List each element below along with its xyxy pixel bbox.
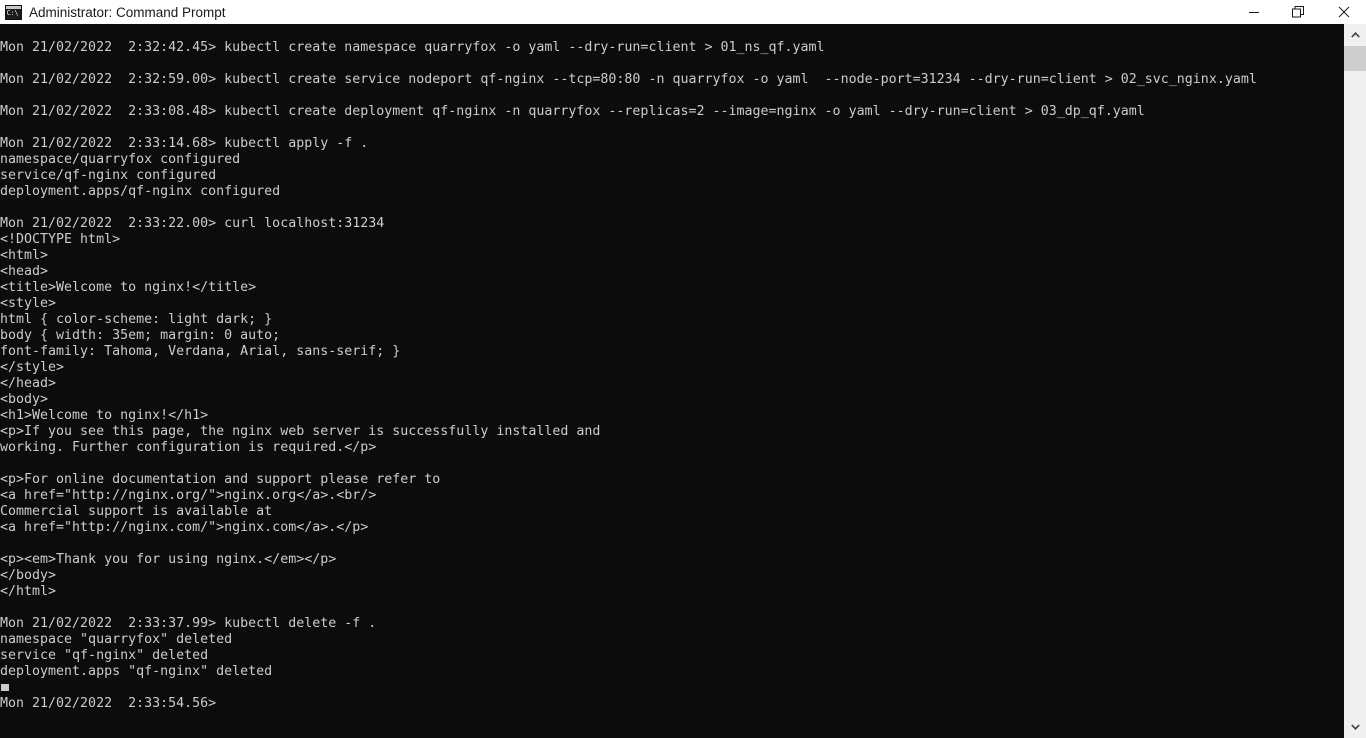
scrollbar-thumb[interactable] — [1344, 46, 1366, 71]
terminal-line: Mon 21/02/2022 2:33:08.48> kubectl creat… — [0, 104, 1145, 119]
terminal-line: </html> — [0, 584, 57, 599]
terminal-line: Commercial support is available at — [0, 504, 273, 519]
terminal-line: font-family: Tahoma, Verdana, Arial, san… — [0, 344, 401, 359]
command-prompt-window: C:\ Administrator: Command Prompt Mon 21… — [0, 0, 1366, 738]
restore-icon — [1292, 5, 1304, 17]
close-icon — [1338, 6, 1349, 18]
terminal-line: service "qf-nginx" deleted — [0, 648, 209, 663]
terminal-line: deployment.apps/qf-nginx configured — [0, 184, 281, 199]
terminal-cursor — [1, 684, 9, 691]
terminal-line: <a href="http://nginx.org/">nginx.org</a… — [0, 488, 377, 503]
minimize-icon — [1248, 12, 1259, 13]
terminal-line: Mon 21/02/2022 2:33:37.99> kubectl delet… — [0, 616, 377, 631]
scrollbar-track[interactable] — [1344, 46, 1366, 716]
terminal-line: working. Further configuration is requir… — [0, 440, 377, 455]
terminal-line — [0, 680, 1344, 696]
title-bar[interactable]: C:\ Administrator: Command Prompt — [0, 0, 1366, 24]
terminal-line: service/qf-nginx configured — [0, 168, 217, 183]
terminal-line: body { width: 35em; margin: 0 auto; — [0, 328, 281, 343]
terminal-line: deployment.apps "qf-nginx" deleted — [0, 664, 273, 679]
scrollbar-down-button[interactable] — [1344, 716, 1366, 738]
terminal-line: </style> — [0, 360, 65, 375]
terminal-line: <h1>Welcome to nginx!</h1> — [0, 408, 209, 423]
terminal-line: <style> — [0, 296, 57, 311]
terminal-line: namespace/quarryfox configured — [0, 152, 241, 167]
terminal-line: namespace "quarryfox" deleted — [0, 632, 233, 647]
terminal-line: <a href="http://nginx.com/">nginx.com</a… — [0, 520, 369, 535]
minimize-button[interactable] — [1231, 0, 1276, 24]
maximize-button[interactable] — [1276, 0, 1321, 24]
chevron-up-icon — [1350, 32, 1360, 38]
terminal-line: <body> — [0, 392, 49, 407]
terminal-line: Mon 21/02/2022 2:32:42.45> kubectl creat… — [0, 40, 825, 55]
command-prompt-icon-text: C:\ — [6, 8, 19, 17]
terminal-area: Mon 21/02/2022 2:32:42.45> kubectl creat… — [0, 24, 1366, 738]
terminal-line: html { color-scheme: light dark; } — [0, 312, 273, 327]
terminal-line: Mon 21/02/2022 2:32:59.00> kubectl creat… — [0, 72, 1257, 87]
terminal-line: Mon 21/02/2022 2:33:54.56> — [0, 696, 225, 711]
terminal-line: <html> — [0, 248, 49, 263]
terminal-line: </head> — [0, 376, 57, 391]
terminal-line: </body> — [0, 568, 57, 583]
title-bar-left: C:\ Administrator: Command Prompt — [0, 4, 226, 20]
terminal-scrollbar[interactable] — [1344, 24, 1366, 738]
terminal-line: <head> — [0, 264, 49, 279]
terminal-line: <p>For online documentation and support … — [0, 472, 441, 487]
window-title: Administrator: Command Prompt — [29, 4, 226, 20]
window-controls — [1231, 0, 1366, 24]
terminal-line: <title>Welcome to nginx!</title> — [0, 280, 257, 295]
terminal-line: Mon 21/02/2022 2:33:22.00> curl localhos… — [0, 216, 385, 231]
scrollbar-up-button[interactable] — [1344, 24, 1366, 46]
terminal-line: <p><em>Thank you for using nginx.</em></… — [0, 552, 337, 567]
terminal-line: <!DOCTYPE html> — [0, 232, 121, 247]
command-prompt-icon: C:\ — [5, 4, 22, 20]
terminal-output[interactable]: Mon 21/02/2022 2:32:42.45> kubectl creat… — [0, 24, 1344, 738]
close-button[interactable] — [1321, 0, 1366, 24]
terminal-line: Mon 21/02/2022 2:33:14.68> kubectl apply… — [0, 136, 369, 151]
terminal-line: <p>If you see this page, the nginx web s… — [0, 424, 601, 439]
chevron-down-icon — [1350, 724, 1360, 730]
